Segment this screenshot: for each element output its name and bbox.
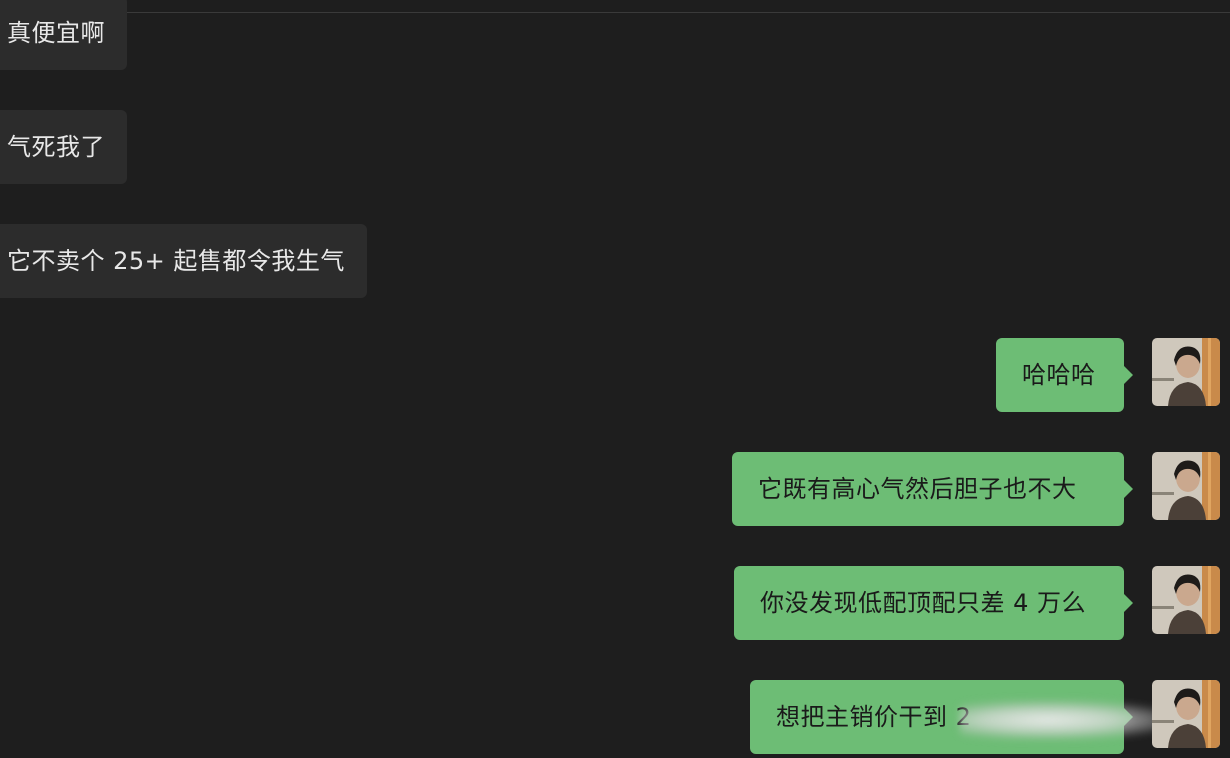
user-avatar-icon[interactable] (1152, 338, 1220, 406)
blurred-overlay (960, 700, 1180, 740)
chat-window: 真便宜啊 气死我了 它不卖个 25+ 起售都令我生气 哈哈哈 它既有高心气然后胆… (0, 0, 1230, 758)
top-divider (0, 12, 1230, 13)
user-avatar-icon[interactable] (1152, 452, 1220, 520)
incoming-message-1[interactable]: 真便宜啊 (0, 0, 127, 70)
incoming-message-2[interactable]: 气死我了 (0, 110, 127, 184)
outgoing-message-2[interactable]: 它既有高心气然后胆子也不大 (732, 452, 1133, 526)
outgoing-message-1[interactable]: 哈哈哈 (996, 338, 1133, 412)
outgoing-message-3[interactable]: 你没发现低配顶配只差 4 万么 (734, 566, 1133, 640)
user-avatar-icon[interactable] (1152, 566, 1220, 634)
incoming-message-3[interactable]: 它不卖个 25+ 起售都令我生气 (0, 224, 367, 298)
user-avatar-icon[interactable] (1152, 680, 1220, 748)
